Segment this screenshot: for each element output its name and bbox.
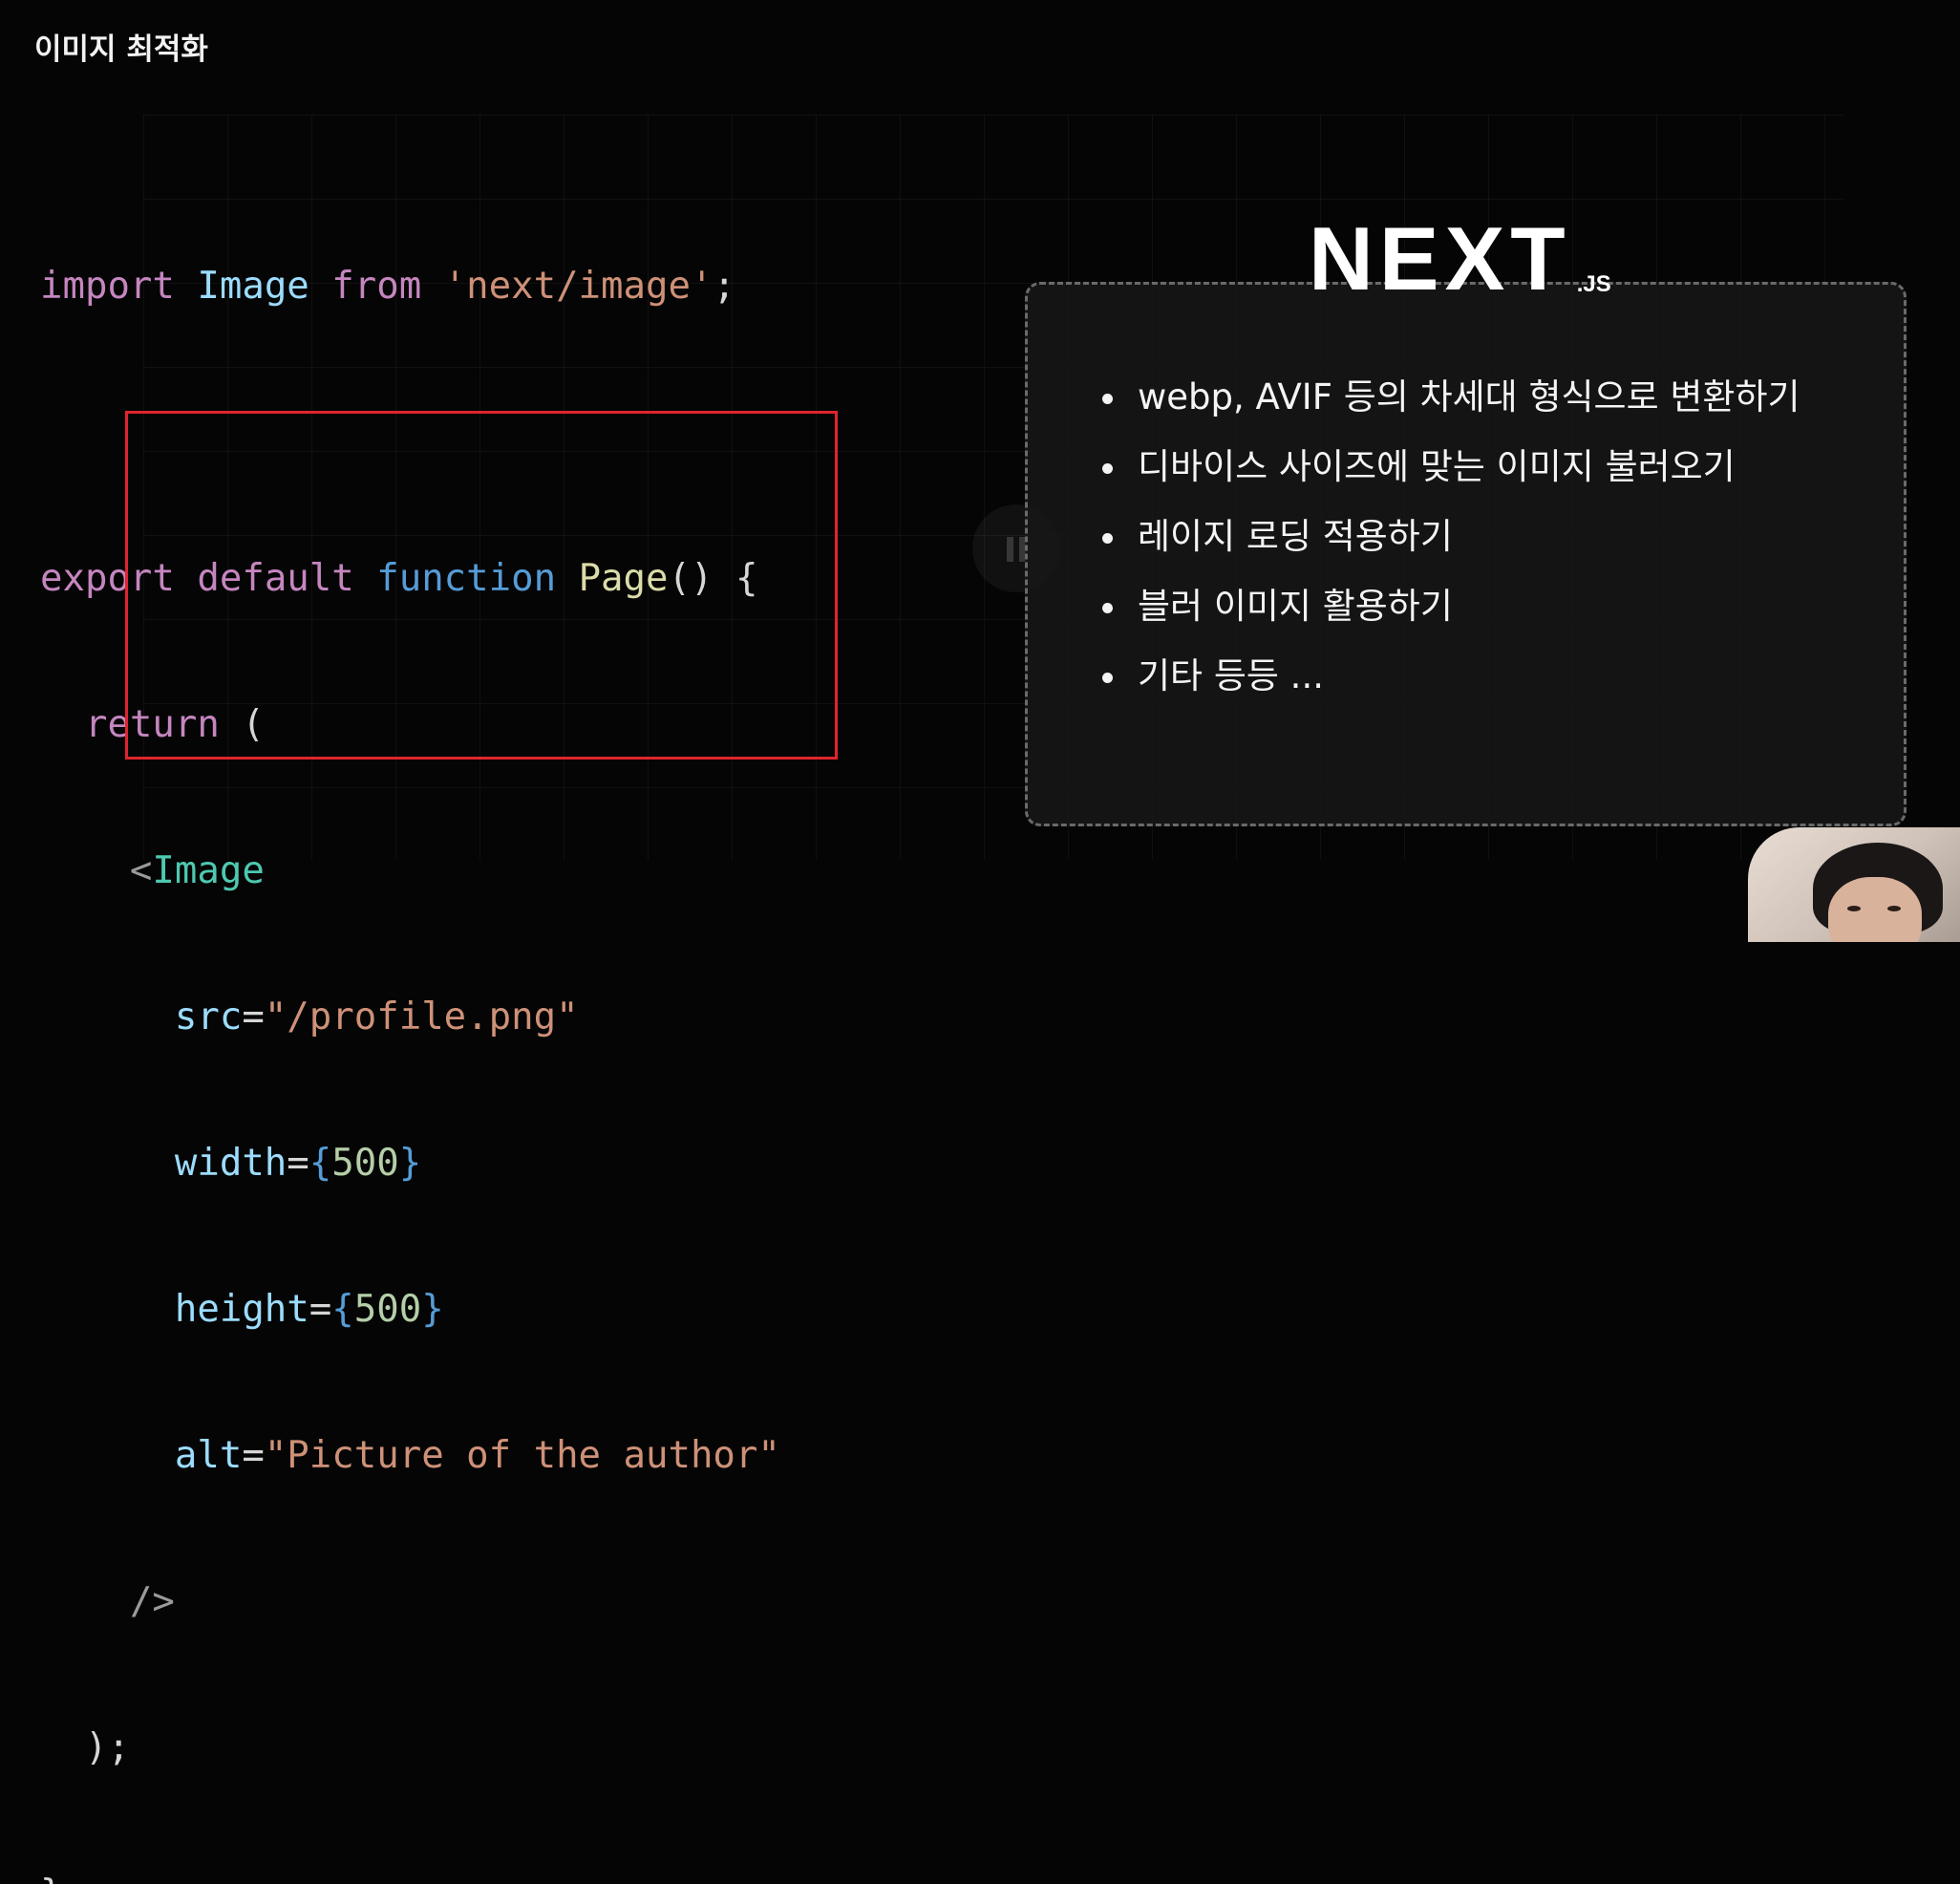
code-line-alt: alt="Picture of the author" — [40, 1425, 780, 1486]
code-token: } — [40, 1873, 62, 1884]
code-token: = — [309, 1288, 332, 1331]
code-line-self-close: /> — [40, 1572, 780, 1632]
webcam-face — [1828, 877, 1922, 942]
code-token: < — [129, 849, 153, 892]
feature-item: 디바이스 사이즈에 맞는 이미지 불러오기 — [1098, 436, 1800, 505]
code-token: = — [242, 1434, 265, 1477]
code-token: { — [309, 1142, 332, 1185]
code-line-paren-close: ); — [40, 1718, 780, 1778]
logo-wordmark: NEXT — [1309, 208, 1571, 309]
code-line-height: height={500} — [40, 1279, 780, 1339]
webcam-eye — [1847, 906, 1861, 911]
code-token: "/profile.png" — [264, 996, 579, 1038]
feature-list: webp, AVIF 등의 차세대 형식으로 변환하기 디바이스 사이즈에 맞는… — [1098, 366, 1800, 715]
slide-title: 이미지 최적화 — [34, 32, 208, 67]
code-token: } — [398, 1142, 422, 1185]
code-token: = — [287, 1142, 309, 1185]
code-token: 500 — [331, 1142, 399, 1185]
code-token: Image — [152, 849, 265, 892]
code-token: /> — [129, 1580, 175, 1623]
code-token: "Picture of the author" — [264, 1434, 780, 1477]
code-token: = — [242, 996, 265, 1038]
code-line-width: width={500} — [40, 1133, 780, 1193]
code-line-import: import Image from 'next/image'; — [40, 256, 780, 316]
code-line-src: src="/profile.png" — [40, 987, 780, 1047]
code-token: 500 — [353, 1288, 422, 1331]
code-token: ; — [713, 265, 735, 308]
nextjs-logo: NEXT .JS — [1309, 208, 1611, 309]
code-token: import — [40, 265, 175, 308]
feature-item: 레이지 로딩 적용하기 — [1098, 505, 1800, 575]
logo-suffix: .JS — [1576, 271, 1611, 297]
code-token: ); — [84, 1726, 130, 1769]
code-token: width — [174, 1142, 288, 1185]
code-token: src — [174, 996, 243, 1038]
code-token: { — [331, 1288, 354, 1331]
code-token: from — [331, 265, 422, 308]
feature-item: webp, AVIF 등의 차세대 형식으로 변환하기 — [1098, 366, 1800, 436]
code-highlight-box — [125, 411, 838, 760]
code-token: height — [174, 1288, 309, 1331]
code-token: Image — [197, 265, 309, 308]
code-token: 'next/image' — [443, 265, 714, 308]
feature-item: 블러 이미지 활용하기 — [1098, 575, 1800, 645]
webcam-eye — [1887, 906, 1901, 911]
code-token: alt — [174, 1434, 243, 1477]
webcam-overlay — [1748, 827, 1960, 942]
code-line-image-open: <Image — [40, 841, 780, 901]
pause-bar — [1007, 537, 1013, 562]
code-line-brace-close: } — [40, 1864, 780, 1884]
code-token: } — [421, 1288, 444, 1331]
feature-item: 기타 등등 ... — [1098, 645, 1800, 715]
